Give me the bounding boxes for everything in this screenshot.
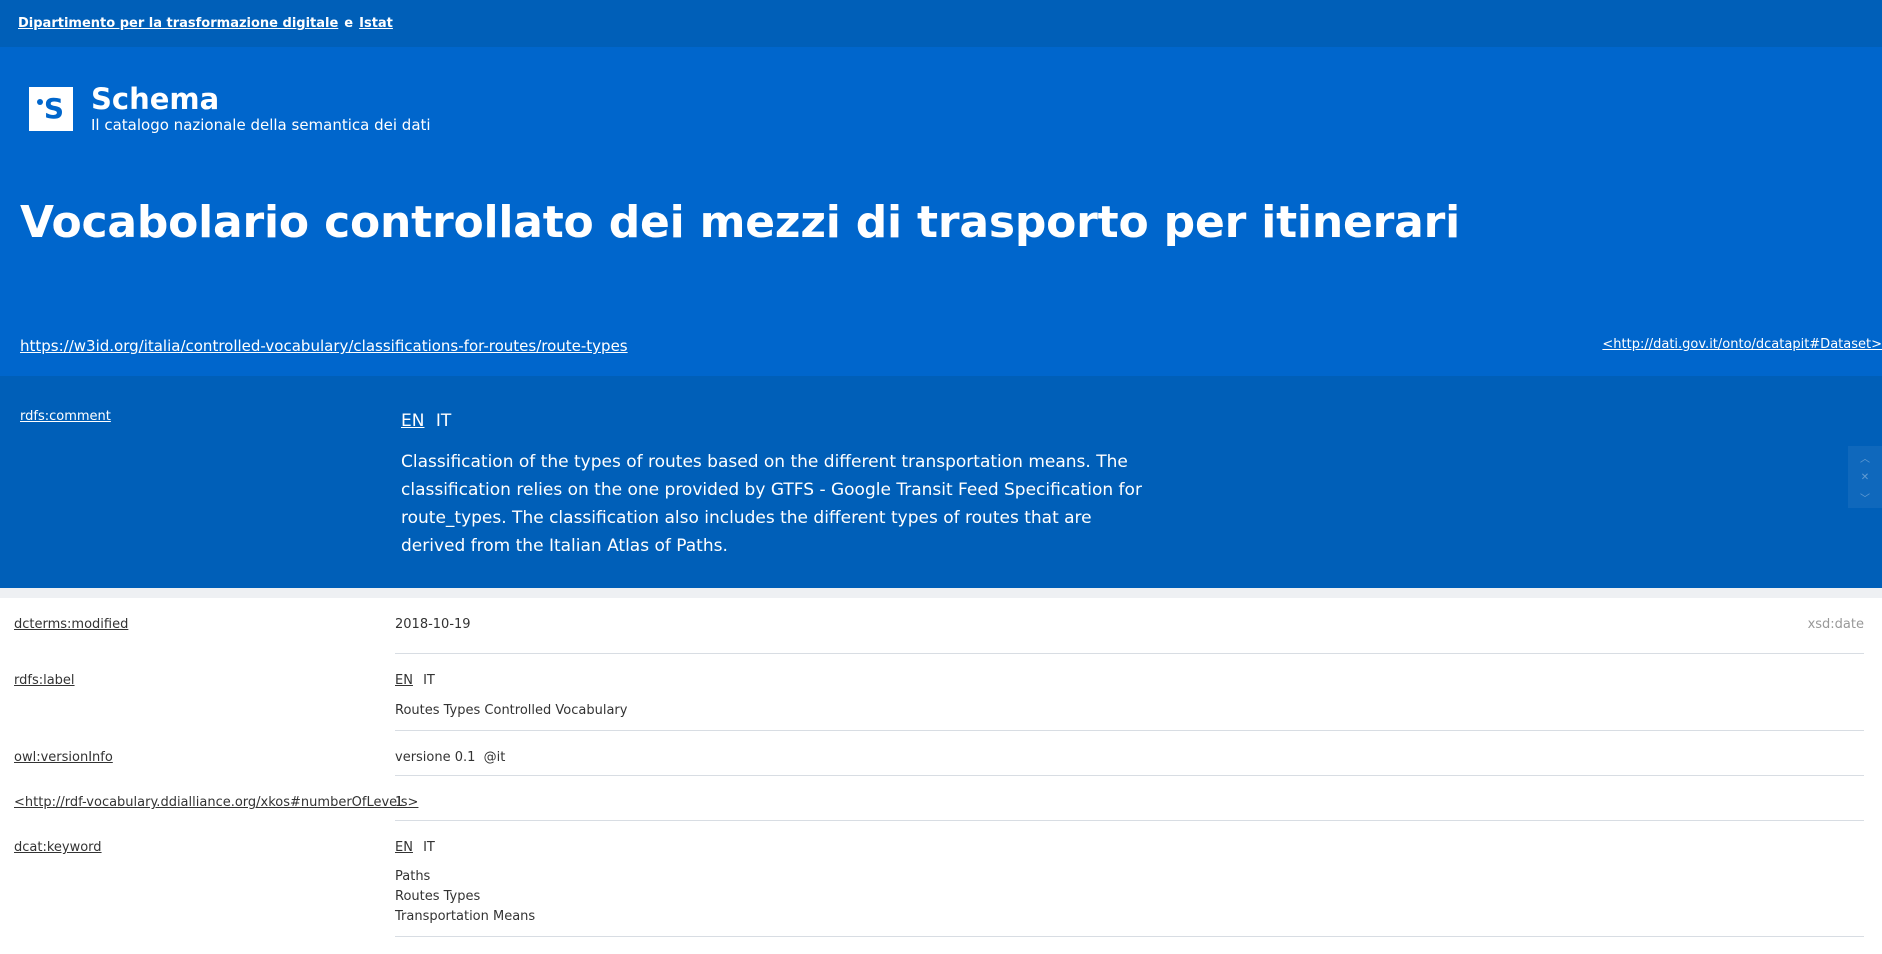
resource-links: https://w3id.org/italia/controlled-vocab… — [20, 337, 1882, 355]
datatype-label: xsd:date — [1807, 617, 1864, 632]
brand-text: Schema Il catalogo nazionale della seman… — [91, 82, 431, 135]
brand[interactable]: S Schema Il catalogo nazionale della sem… — [29, 84, 431, 134]
properties-table: dcterms:modified 2018-10-19 xsd:date rdf… — [0, 598, 1882, 937]
comment-language-switch: EN IT — [401, 411, 451, 431]
lang-it-tab[interactable]: IT — [423, 673, 435, 688]
property-key: dcat:keyword — [14, 840, 102, 855]
list-item: Paths — [395, 869, 431, 884]
comment-text: Classification of the types of routes ba… — [401, 452, 1142, 556]
logo-dot — [37, 99, 43, 106]
close-icon[interactable]: ✕ — [1861, 472, 1869, 483]
resource-uri-link[interactable]: https://w3id.org/italia/controlled-vocab… — [20, 337, 628, 355]
section-separator — [0, 588, 1882, 598]
property-value: 1 — [395, 795, 404, 810]
chevron-up-icon[interactable]: ︿ — [1860, 450, 1870, 465]
page-title: Vocabolario controllato dei mezzi di tra… — [20, 197, 1460, 248]
lang-en-tab[interactable]: EN — [395, 840, 413, 855]
logo-letter: S — [43, 92, 65, 126]
org-link-istat[interactable]: Istat — [359, 16, 393, 31]
brand-subtitle: Il catalogo nazionale della semantica de… — [91, 116, 431, 135]
lang-en-tab[interactable]: EN — [401, 411, 424, 431]
table-row: dcterms:modified 2018-10-19 xsd:date — [0, 598, 1882, 654]
comment-property: rdfs:comment — [20, 409, 111, 424]
lang-en-tab[interactable]: EN — [395, 673, 413, 688]
list-item: Routes Types — [395, 889, 481, 904]
row-divider — [395, 936, 1864, 937]
table-row: rdfs:label EN IT Routes Types Controlled… — [0, 654, 1882, 731]
resource-type-link[interactable]: <http://dati.gov.it/onto/dcatapit#Datase… — [1602, 337, 1882, 355]
property-link-modified[interactable]: dcterms:modified — [14, 617, 128, 632]
label-value: Routes Types Controlled Vocabulary — [395, 703, 628, 718]
property-link-keyword[interactable]: dcat:keyword — [14, 840, 102, 855]
list-item: Transportation Means — [395, 909, 536, 924]
property-link-label[interactable]: rdfs:label — [14, 673, 75, 688]
table-row: <http://rdf-vocabulary.ddialliance.org/x… — [0, 776, 1882, 821]
brand-title: Schema — [91, 82, 220, 116]
property-key: rdfs:label — [14, 673, 75, 688]
property-link-version[interactable]: owl:versionInfo — [14, 750, 113, 765]
conjunction: e — [344, 16, 354, 31]
schema-logo-icon: S — [29, 87, 73, 132]
label-language-switch: EN IT — [395, 673, 1864, 688]
table-row: owl:versionInfo versione 0.1 @it — [0, 731, 1882, 776]
property-key: <http://rdf-vocabulary.ddialliance.org/x… — [14, 795, 418, 810]
table-row: dcat:keyword EN IT Paths Routes Types Tr… — [0, 821, 1882, 937]
comment-section: rdfs:comment EN IT Classification of the… — [0, 376, 1882, 588]
property-value: versione 0.1 @it — [395, 750, 506, 765]
lang-it-tab[interactable]: IT — [436, 411, 451, 431]
comment-property-link[interactable]: rdfs:comment — [20, 409, 111, 424]
property-key: owl:versionInfo — [14, 750, 113, 765]
hero-header: S Schema Il catalogo nazionale della sem… — [0, 47, 1882, 376]
keyword-language-switch: EN IT — [395, 840, 1864, 855]
property-link-levels[interactable]: <http://rdf-vocabulary.ddialliance.org/x… — [14, 795, 418, 810]
property-value: 2018-10-19 — [395, 617, 471, 632]
scroll-widget: ︿ ✕ ﹀ — [1848, 446, 1882, 508]
property-value: EN IT Routes Types Controlled Vocabulary — [395, 673, 1864, 718]
property-value: EN IT Paths Routes Types Transportation … — [395, 840, 1864, 927]
top-bar: Dipartimento per la trasformazione digit… — [0, 0, 1882, 47]
chevron-down-icon[interactable]: ﹀ — [1860, 490, 1870, 505]
keyword-list: Paths Routes Types Transportation Means — [395, 867, 1864, 927]
property-key: dcterms:modified — [14, 617, 128, 632]
lang-it-tab[interactable]: IT — [423, 840, 435, 855]
org-link-dtd[interactable]: Dipartimento per la trasformazione digit… — [18, 16, 338, 31]
